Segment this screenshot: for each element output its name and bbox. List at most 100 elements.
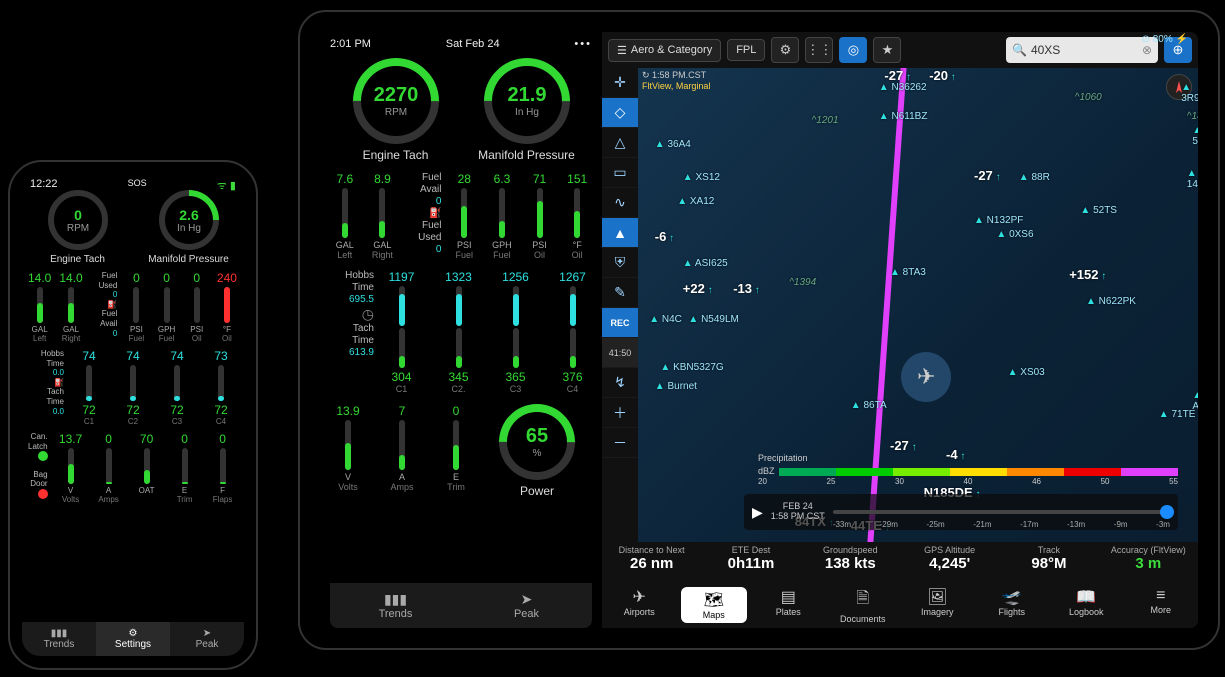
layers-icon: ☰ (617, 44, 627, 57)
bars-icon: ▮▮▮ (330, 591, 461, 608)
search-input[interactable]: 🔍 40XS ⊗ (1006, 37, 1158, 63)
nav-Plates[interactable]: ▤Plates (751, 582, 826, 628)
tool-shield[interactable]: ⛨ (602, 248, 638, 278)
iphone-screen: 12:22 SOS ᯤ ▮ 0 RPM Engine Tach 2.6 In H… (22, 174, 244, 656)
iphone-statusbar: 12:22 SOS ᯤ ▮ (22, 174, 244, 188)
time-labels: Hobbs Time 695.5 ◷ Tach Time 613.9 (330, 270, 374, 359)
tool-pencil[interactable]: ✎ (602, 278, 638, 308)
map-toolbar: ✛ ◇ △ ▭ ∿ ▲ ⛨ ✎ REC 41:50 ↯ ＋ － (602, 68, 638, 542)
timeline-knob[interactable] (1160, 505, 1174, 519)
tool-zoom-out[interactable]: － (602, 428, 638, 458)
iphone-fuel-row: 14.0GALLeft 14.0GALRight Fuel Used0 ⛽ Fu… (22, 271, 244, 343)
cyl-C4: 1267 376 C4 (555, 270, 591, 394)
strip-Distance to Next: Distance to Next26 nm (602, 542, 701, 582)
map-topbar: ☰Aero & Category FPL ⚙ ⋮⋮ ◎ ★ 🔍 40XS ⊗ ⊕… (602, 32, 1198, 68)
gear-icon[interactable]: ⚙ (771, 37, 799, 63)
play-icon[interactable]: ▶ (752, 504, 763, 521)
fpl-chip[interactable]: FPL (727, 39, 765, 61)
strip-Groundspeed: Groundspeed138 kts (801, 542, 900, 582)
tool-wave[interactable]: ∿ (602, 188, 638, 218)
tab-settings[interactable]: ⚙Settings (96, 622, 170, 656)
tool-path[interactable]: ↯ (602, 368, 638, 398)
tool-terrain[interactable]: ▲ (602, 218, 638, 248)
manifold-label: Manifold Pressure (467, 148, 587, 162)
mode-icon[interactable]: ◎ (839, 37, 867, 63)
fuel-left: 7.6 GAL Left (330, 172, 360, 260)
star-icon[interactable]: ★ (873, 37, 901, 63)
bagdoor-led (38, 489, 48, 499)
iphone-cyl-3: 73 72 C4 (206, 349, 236, 426)
nav-Logbook[interactable]: 📖Logbook (1049, 582, 1124, 628)
nav-Flights[interactable]: 🛫Flights (975, 582, 1050, 628)
tool-center[interactable]: ✛ (602, 68, 638, 98)
nav-Documents[interactable]: 🗎Documents (826, 582, 901, 628)
strip-GPS Altitude: GPS Altitude4,245' (900, 542, 999, 582)
gauge-rpm: 2270 RPM Engine Tach (336, 58, 456, 162)
status-time: 2:01 PM (330, 38, 371, 52)
oil-temp: 151 °F Oil (562, 172, 592, 260)
iphone-sos: SOS (128, 178, 147, 188)
cyl-C1: 1197 304 C1 (384, 270, 420, 394)
ipad-device: 2:01 PM Sat Feb 24 ••• 2270 RPM Engine T… (298, 10, 1220, 650)
iphone-elec-E: 0 E Trim (170, 432, 200, 504)
nav-More[interactable]: ≡More (1124, 582, 1199, 628)
fuel-pump-icon: ⛽ (28, 378, 64, 388)
bars-icon: ▮▮▮ (22, 628, 96, 639)
rpm-value: 2270 (373, 84, 418, 107)
gear-icon: ⚙ (96, 628, 170, 639)
tool-route[interactable]: ◇ (602, 98, 638, 128)
arrow-icon: ➤ (461, 591, 592, 608)
timeline-date: FEB 24 1:58 PM CST (771, 502, 825, 522)
fuel-psi: 28 PSI Fuel (449, 172, 479, 260)
timeline[interactable]: ▶ FEB 24 1:58 PM CST -33m-29m-25m-21m-17… (744, 494, 1178, 530)
sliders-icon[interactable]: ⋮⋮ (805, 37, 833, 63)
tab-trends[interactable]: ▮▮▮Trends (330, 583, 461, 628)
tab-peak[interactable]: ➤Peak (170, 622, 244, 656)
iphone-elec-OAT: 70 OAT (132, 432, 162, 504)
data-strip: Distance to Next26 nmETE Dest0h11mGround… (602, 542, 1198, 582)
search-icon: 🔍 (1012, 43, 1027, 57)
status-menu-dots[interactable]: ••• (574, 38, 592, 52)
map-canvas[interactable]: ↻ 1:58 PM.CST FltView, Marginal ✈ ▲ XS12… (638, 68, 1198, 542)
fuel-avail-used: Fuel Avail 0 ⛽ Fuel Used 0 (405, 172, 441, 256)
trim: 0 E Trim (438, 404, 474, 492)
tool-record[interactable]: REC (602, 308, 638, 338)
tab-peak[interactable]: ➤Peak (461, 583, 592, 628)
tool-zoom-in[interactable]: ＋ (602, 398, 638, 428)
iphone-cyl-2: 74 72 C3 (162, 349, 192, 426)
ownship-icon: ✈ (901, 352, 951, 402)
nav-Maps[interactable]: 🗺Maps (677, 582, 752, 628)
status-date: Sat Feb 24 (446, 38, 500, 52)
iphone-gauge-rpm: 0 RPM Engine Tach (28, 190, 128, 265)
iphone-tabbar: ▮▮▮Trends ⚙Settings ➤Peak (22, 622, 244, 656)
map-banner: ↻ 1:58 PM.CST FltView, Marginal (642, 70, 710, 91)
iphone-elec-A: 0 A Amps (94, 432, 124, 504)
nav-Airports[interactable]: ✈Airports (602, 582, 677, 628)
tool-fence[interactable]: ▭ (602, 158, 638, 188)
clear-icon[interactable]: ⊗ (1142, 43, 1152, 57)
gauge-power: 65 % Power (482, 404, 592, 498)
layers-chip[interactable]: ☰Aero & Category (608, 39, 721, 62)
strip-Track: Track98°M (999, 542, 1098, 582)
strip-Accuracy (FltView): Accuracy (FltView)3 m (1099, 542, 1198, 582)
iphone-cyl-0: 74 72 C1 (74, 349, 104, 426)
fuel-right: 8.9 GAL Right (368, 172, 398, 260)
arrow-icon: ➤ (170, 628, 244, 639)
engine-panel: 2:01 PM Sat Feb 24 ••• 2270 RPM Engine T… (320, 32, 602, 628)
manifold-value: 21.9 (507, 84, 546, 107)
nav-Imagery[interactable]: 🖼Imagery (900, 582, 975, 628)
rpm-unit: RPM (384, 107, 406, 118)
cyl-C2.: 1323 345 C2. (441, 270, 477, 394)
cylinder-row: Hobbs Time 695.5 ◷ Tach Time 613.9 1197 … (330, 270, 592, 394)
gauge-manifold: 21.9 In Hg Manifold Pressure (467, 58, 587, 162)
map-panel: ☰Aero & Category FPL ⚙ ⋮⋮ ◎ ★ 🔍 40XS ⊗ ⊕… (602, 32, 1198, 628)
tool-triangle[interactable]: △ (602, 128, 638, 158)
iphone-elec-row: Can. Latch Bag Door 13.7 V Volts 0 A Amp… (22, 432, 244, 507)
engine-tabbar: ▮▮▮Trends ➤Peak (330, 583, 592, 628)
clock-icon: ◷ (330, 306, 374, 323)
timeline-track[interactable]: -33m-29m-25m-21m-17m-13m-9m-3m (833, 510, 1170, 514)
tab-trends[interactable]: ▮▮▮Trends (22, 622, 96, 656)
fuel-row: 7.6 GAL Left 8.9 GAL Right Fuel Avail 0 … (330, 172, 592, 260)
iphone-elec-F: 0 F Flaps (208, 432, 238, 504)
iphone-cyl-1: 74 72 C2 (118, 349, 148, 426)
